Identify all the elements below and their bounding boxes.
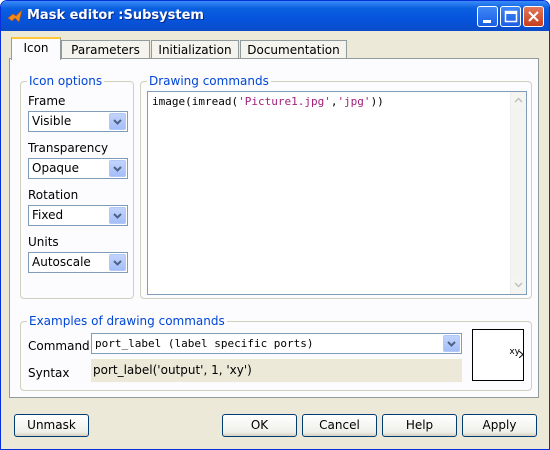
units-value: Autoscale [32, 255, 91, 269]
code-prefix: image(imread( [152, 95, 239, 108]
drawing-commands-group: Drawing commands image(imread('Picture1.… [140, 74, 532, 299]
minimize-button[interactable] [477, 6, 498, 27]
rotation-label: Rotation [28, 188, 79, 202]
units-select[interactable]: Autoscale [28, 252, 128, 273]
apply-button[interactable]: Apply [462, 414, 537, 437]
close-button[interactable] [523, 6, 544, 27]
code-suffix: )) [370, 95, 384, 108]
output-port-icon [519, 351, 524, 358]
units-dropdown-button[interactable] [109, 254, 126, 271]
chevron-up-icon [514, 97, 523, 103]
chevron-down-icon [113, 213, 122, 219]
chevron-down-icon [447, 341, 456, 347]
tab-initialization[interactable]: Initialization [151, 40, 239, 60]
scroll-down-button[interactable] [511, 278, 526, 293]
drawing-commands-title: Drawing commands [147, 74, 271, 88]
matlab-icon [7, 9, 23, 23]
maximize-button[interactable] [500, 6, 521, 27]
icon-preview: xy [472, 329, 524, 381]
chevron-down-icon [113, 166, 122, 172]
code-arg-filename: 'Picture1.jpg' [238, 95, 331, 108]
transparency-value: Opaque [32, 161, 80, 175]
frame-select[interactable]: Visible [28, 111, 128, 132]
transparency-dropdown-button[interactable] [109, 160, 126, 177]
icon-options-title: Icon options [27, 74, 105, 88]
window-title: Mask editor :Subsystem [27, 8, 204, 23]
close-icon [528, 11, 539, 22]
code-arg-format: 'jpg' [337, 95, 371, 108]
syntax-value: port_label('output', 1, 'xy') [93, 363, 252, 377]
icon-tab-panel: Icon options Frame Visible Transparency … [9, 58, 539, 398]
examples-title: Examples of drawing commands [27, 314, 227, 328]
frame-dropdown-button[interactable] [109, 113, 126, 130]
scroll-up-button[interactable] [511, 93, 526, 108]
command-value: port_label (label specific ports) [95, 337, 314, 350]
maximize-icon [504, 10, 518, 23]
drawing-commands-editor[interactable]: image(imread('Picture1.jpg','jpg')) [147, 91, 527, 295]
rotation-value: Fixed [32, 208, 64, 222]
drawing-commands-code: image(imread('Picture1.jpg','jpg')) [152, 95, 384, 108]
command-dropdown-button[interactable] [443, 335, 460, 352]
chevron-down-icon [514, 282, 523, 288]
command-select[interactable]: port_label (label specific ports) [91, 333, 462, 354]
help-button[interactable]: Help [382, 414, 457, 437]
frame-label: Frame [28, 94, 66, 108]
tab-parameters[interactable]: Parameters [61, 40, 150, 60]
mask-editor-window: Mask editor :Subsystem Icon Parameters I… [0, 0, 550, 450]
minimize-icon [483, 20, 491, 23]
rotation-dropdown-button[interactable] [109, 207, 126, 224]
rotation-select[interactable]: Fixed [28, 205, 128, 226]
tab-documentation[interactable]: Documentation [240, 40, 347, 60]
ok-button[interactable]: OK [222, 414, 297, 437]
chevron-down-icon [113, 260, 122, 266]
transparency-select[interactable]: Opaque [28, 158, 128, 179]
frame-value: Visible [32, 114, 72, 128]
icon-options-group: Icon options Frame Visible Transparency … [20, 74, 134, 299]
editor-scrollbar[interactable] [510, 92, 526, 294]
command-label: Command [28, 339, 90, 353]
tab-icon[interactable]: Icon [11, 37, 61, 60]
transparency-label: Transparency [28, 141, 109, 155]
chevron-down-icon [113, 119, 122, 125]
title-bar[interactable]: Mask editor :Subsystem [1, 1, 549, 31]
units-label: Units [28, 235, 59, 249]
cancel-button[interactable]: Cancel [302, 414, 377, 437]
unmask-button[interactable]: Unmask [14, 414, 89, 437]
syntax-field: port_label('output', 1, 'xy') [91, 359, 462, 382]
examples-group: Examples of drawing commands Command por… [20, 314, 532, 391]
syntax-label: Syntax [28, 366, 70, 380]
